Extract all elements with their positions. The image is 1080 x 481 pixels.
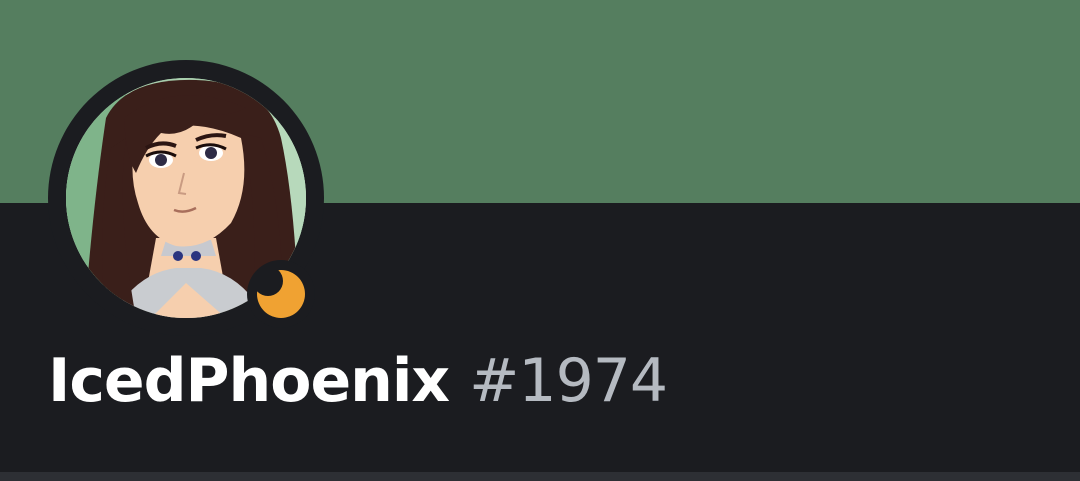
username[interactable]: IcedPhoenix	[48, 346, 450, 416]
divider	[0, 472, 1080, 481]
discriminator: #1974	[469, 346, 668, 416]
profile-card: IcedPhoenix #1974	[0, 0, 1080, 481]
name-row: IcedPhoenix #1974	[48, 346, 668, 426]
idle-moon-icon	[257, 270, 305, 318]
